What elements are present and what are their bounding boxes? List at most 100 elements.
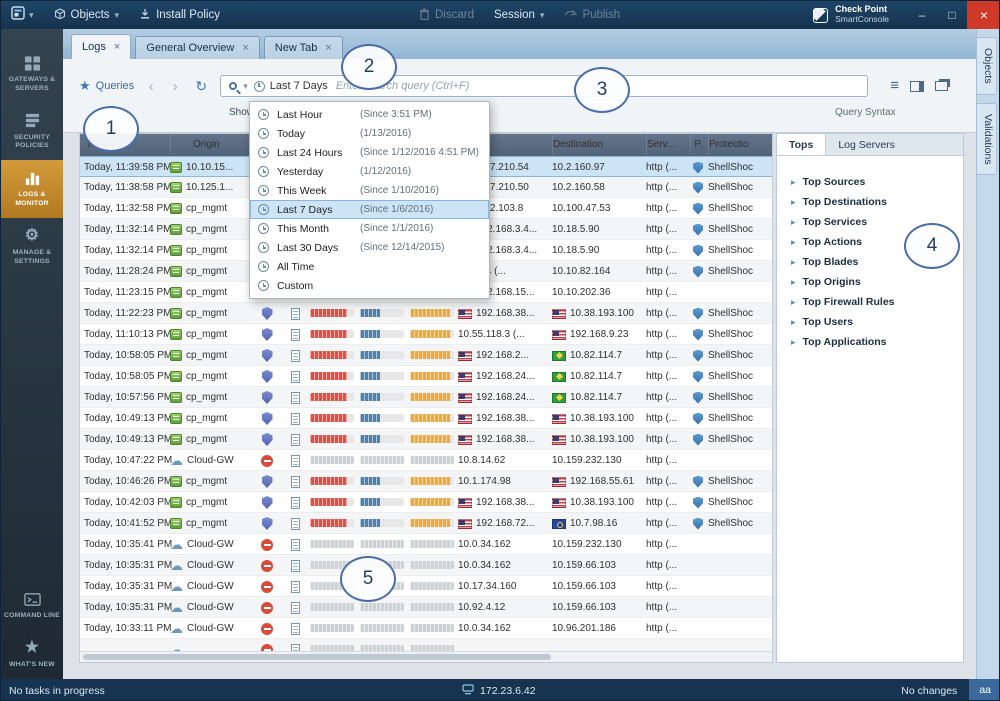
sidebar-item-gateways-servers[interactable]: GATEWAYS & SERVERS [1, 45, 63, 103]
column-header-service[interactable]: Serv... [646, 134, 688, 155]
table-row[interactable]: Today, 10:35:31 PM☁Cloud-GW10.0.34.16210… [80, 555, 772, 576]
side-tab-objects[interactable]: Objects [977, 37, 997, 95]
horizontal-scrollbar[interactable] [80, 651, 772, 662]
log-protection: ShellShoc [708, 261, 770, 282]
tops-item-top-users[interactable]: ▸Top Users [791, 312, 963, 332]
table-row[interactable]: Today, 10:33:11 PM☁Cloud-GW10.0.34.16210… [80, 618, 772, 639]
table-row[interactable]: Today, 10:49:13 PMcp_mgmt192.168.38...10… [80, 429, 772, 450]
tab-logs[interactable]: Logs× [71, 34, 131, 59]
time-option-today[interactable]: Today(1/13/2016) [250, 124, 489, 143]
tops-item-top-firewall-rules[interactable]: ▸Top Firewall Rules [791, 292, 963, 312]
log-protection-type [690, 408, 706, 429]
table-row[interactable]: Today, 10:47:22 PM☁Cloud-GW10.8.14.6210.… [80, 450, 772, 471]
log-origin: cp_mgmt [170, 345, 250, 366]
tops-item-top-origins[interactable]: ▸Top Origins [791, 272, 963, 292]
side-tab-validations[interactable]: Validations [977, 103, 997, 176]
queries-button[interactable]: ★ Queries [79, 78, 134, 94]
origin-label: cp_mgmt [186, 345, 227, 366]
time-option-custom[interactable]: Custom [250, 276, 489, 295]
destination-ip: 10.38.193.100 [570, 429, 634, 450]
time-option-all-time[interactable]: All Time [250, 257, 489, 276]
tab-label: New Tab [275, 42, 318, 54]
log-protection-type [690, 492, 706, 513]
new-window-icon[interactable] [935, 81, 948, 91]
column-header-protection-type[interactable]: P. [690, 134, 706, 155]
install-policy-button[interactable]: Install Policy [129, 1, 230, 29]
table-row[interactable]: Today, 10:57:56 PMcp_mgmt192.168.24...10… [80, 387, 772, 408]
column-header-destination[interactable]: Destination [552, 134, 654, 155]
maximize-button[interactable]: □ [937, 1, 967, 29]
app-menu-button[interactable]: ▾ [1, 1, 44, 29]
search-box[interactable]: ▾ Last 7 Days [220, 75, 868, 97]
refresh-button[interactable]: ↻ [192, 78, 210, 95]
query-syntax-link[interactable]: Query Syntax [835, 107, 896, 118]
tops-item-top-destinations[interactable]: ▸Top Destinations [791, 192, 963, 212]
time-option-last-hour[interactable]: Last Hour(Since 3:51 PM) [250, 105, 489, 124]
tops-tab-tops[interactable]: Tops [777, 134, 826, 155]
tops-tab-log-servers[interactable]: Log Servers [826, 134, 907, 155]
scrollbar-thumb[interactable] [83, 654, 551, 660]
severity-bar [310, 498, 354, 506]
callout-number: 2 [364, 56, 375, 78]
open-panel-icon[interactable] [910, 81, 924, 92]
log-document-icon [291, 392, 300, 404]
tab-close-icon[interactable]: × [114, 41, 120, 53]
gateway-icon [170, 245, 182, 256]
table-row[interactable]: Today, 11:22:23 PMcp_mgmt192.168.38...10… [80, 303, 772, 324]
table-row[interactable]: Today, 10:58:05 PMcp_mgmt192.168.24...10… [80, 366, 772, 387]
expand-arrow-icon: ▸ [791, 298, 796, 307]
column-header-protection[interactable]: Protectio [708, 134, 770, 155]
tops-item-top-applications[interactable]: ▸Top Applications [791, 332, 963, 352]
prevent-shield-icon [262, 349, 273, 362]
session-menu-button[interactable]: Session ▾ [484, 1, 554, 29]
table-row[interactable]: Today, 11:10:13 PMcp_mgmt10.55.118.3 (..… [80, 324, 772, 345]
time-option-this-month[interactable]: This Month(Since 1/1/2016) [250, 219, 489, 238]
tops-item-label: Top Blades [803, 256, 859, 268]
severity-bars [308, 345, 454, 366]
table-row[interactable]: Today, 10:42:03 PMcp_mgmt192.168.38...10… [80, 492, 772, 513]
log-time: Today, 11:28:24 PM [84, 261, 180, 282]
server-icon [462, 684, 474, 698]
sidebar-item-logs-monitor[interactable]: LOGS & MONITOR [1, 160, 63, 218]
forward-button[interactable]: › [168, 79, 182, 94]
close-button[interactable]: × [967, 1, 1000, 29]
column-header-origin[interactable]: Origin [170, 134, 250, 155]
menu-icon[interactable]: ≡ [890, 79, 899, 93]
publish-button[interactable]: Publish [554, 1, 630, 29]
severity-fill [360, 456, 404, 464]
table-row[interactable]: Today, 10:35:41 PM☁Cloud-GW10.0.34.16210… [80, 534, 772, 555]
table-row[interactable]: Today, 10:35:31 PM☁Cloud-GW10.92.4.1210.… [80, 597, 772, 618]
table-row[interactable]: Today, 10:35:31 PM☁Cloud-GW10.17.34.1601… [80, 576, 772, 597]
tab-general-overview[interactable]: General Overview× [135, 36, 259, 59]
table-row[interactable]: Today, 10:46:26 PMcp_mgmt10.1.174.98192.… [80, 471, 772, 492]
back-button[interactable]: ‹ [144, 79, 158, 94]
time-filter-button[interactable]: Last 7 Days [254, 80, 328, 92]
time-option-last-30-days[interactable]: Last 30 Days(Since 12/14/2015) [250, 238, 489, 257]
table-row[interactable]: Today, 10:58:05 PMcp_mgmt192.168.2...10.… [80, 345, 772, 366]
tops-item-top-sources[interactable]: ▸Top Sources [791, 172, 963, 192]
sidebar-item-manage-settings[interactable]: ⚙MANAGE & SETTINGS [1, 218, 63, 276]
table-row[interactable]: Today, 10:41:52 PMcp_mgmt192.168.72...10… [80, 513, 772, 534]
tab-new-tab[interactable]: New Tab × [264, 36, 343, 59]
log-origin: cp_mgmt [170, 261, 250, 282]
log-action [256, 471, 278, 492]
sidebar-item-command-line[interactable]: COMMAND LINE [1, 581, 63, 630]
severity-fill [310, 540, 354, 548]
table-row[interactable]: Today, 10:49:13 PMcp_mgmt192.168.38...10… [80, 408, 772, 429]
tab-close-icon[interactable]: × [242, 42, 248, 54]
discard-button[interactable]: Discard [409, 1, 484, 29]
log-source: 192.168.2... [458, 345, 550, 366]
minimize-button[interactable]: – [907, 1, 937, 29]
severity-fill [410, 456, 454, 464]
time-option-this-week[interactable]: This Week(Since 1/10/2016) [250, 181, 489, 200]
time-option-last-7-days[interactable]: Last 7 Days(Since 1/6/2016) [250, 200, 489, 219]
time-option-last-24-hours[interactable]: Last 24 Hours(Since 1/12/2016 4:51 PM) [250, 143, 489, 162]
time-option-yesterday[interactable]: Yesterday(1/12/2016) [250, 162, 489, 181]
log-action [256, 618, 278, 639]
objects-menu-button[interactable]: Objects ▾ [44, 1, 130, 29]
tab-close-icon[interactable]: × [325, 42, 331, 54]
origin-label: cp_mgmt [186, 492, 227, 513]
sidebar-item-security-policies[interactable]: SECURITY POLICIES [1, 103, 63, 161]
sidebar-item-what-s-new[interactable]: ★WHAT'S NEW [1, 630, 63, 679]
user-badge[interactable]: aa [969, 679, 1000, 701]
